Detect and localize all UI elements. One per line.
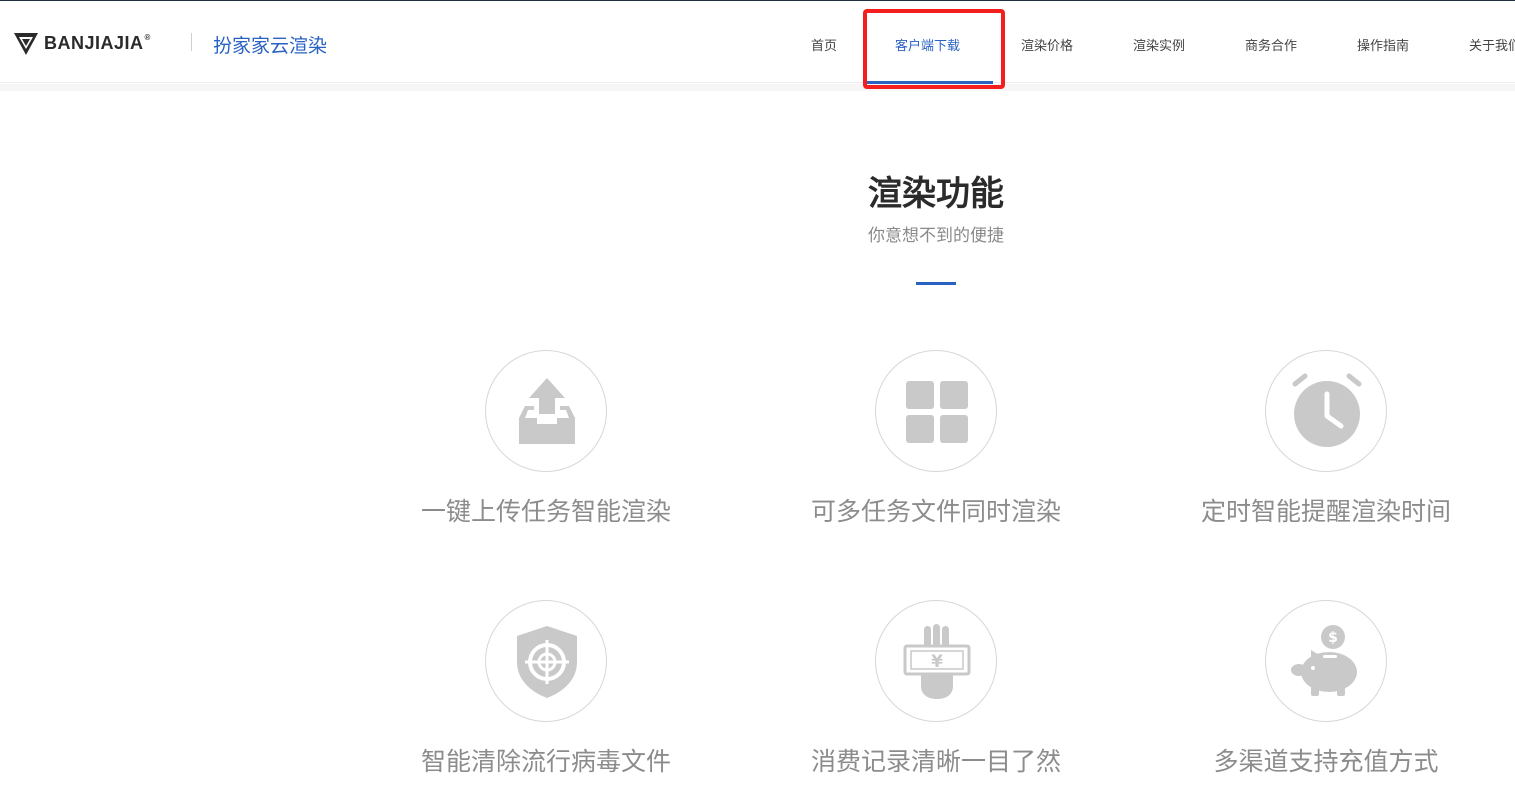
section-title: 渲染功能 xyxy=(868,174,1004,214)
header-shadow xyxy=(0,84,1515,91)
svg-text:¥: ¥ xyxy=(931,652,943,672)
site-header: BANJIAJIA® 扮家家云渲染 首页 客户端下载 渲染价格 渲染实例 商务合… xyxy=(0,1,1515,84)
feature-label: 多渠道支持充值方式 xyxy=(1213,747,1439,776)
logo-mark-icon xyxy=(14,33,38,55)
nav-render-price[interactable]: 渲染价格 xyxy=(1021,35,1073,54)
feature-icon-circle xyxy=(485,350,607,472)
highlight-box xyxy=(863,9,1005,89)
upload-tray-icon xyxy=(519,378,575,444)
feature-icon-circle xyxy=(485,600,607,722)
brand-name[interactable]: 扮家家云渲染 xyxy=(213,31,327,58)
feature-label: 可多任务文件同时渲染 xyxy=(810,497,1061,526)
alarm-clock-icon xyxy=(1292,373,1362,447)
piggy-bank-icon: $ xyxy=(1291,625,1357,696)
logo-text: BANJIAJIA® xyxy=(44,32,151,53)
svg-text:$: $ xyxy=(1328,630,1338,646)
hand-yuan-bill-icon: ¥ xyxy=(903,624,971,699)
feature-icon-circle: $ xyxy=(1265,600,1387,722)
logo[interactable]: BANJIAJIA® xyxy=(12,29,151,57)
feature-label: 智能清除流行病毒文件 xyxy=(420,747,671,776)
nav-guide[interactable]: 操作指南 xyxy=(1357,35,1409,54)
feature-label: 一键上传任务智能渲染 xyxy=(420,497,671,526)
nav-business[interactable]: 商务合作 xyxy=(1245,35,1297,54)
section-subtitle: 你意想不到的便捷 xyxy=(868,226,1004,246)
feature-icon-circle xyxy=(1265,350,1387,472)
feature-icon-circle xyxy=(875,350,997,472)
title-accent-bar xyxy=(916,282,956,285)
nav-home[interactable]: 首页 xyxy=(811,35,837,54)
shield-target-icon xyxy=(517,626,577,698)
feature-icon-circle: ¥ xyxy=(875,600,997,722)
feature-label: 定时智能提醒渲染时间 xyxy=(1200,497,1451,526)
nav-render-examples[interactable]: 渲染实例 xyxy=(1133,35,1185,54)
nav-about[interactable]: 关于我们 xyxy=(1469,35,1515,54)
feature-label: 消费记录清晰一目了然 xyxy=(810,747,1061,776)
logo-divider xyxy=(191,33,192,51)
grid-icon xyxy=(906,381,968,443)
